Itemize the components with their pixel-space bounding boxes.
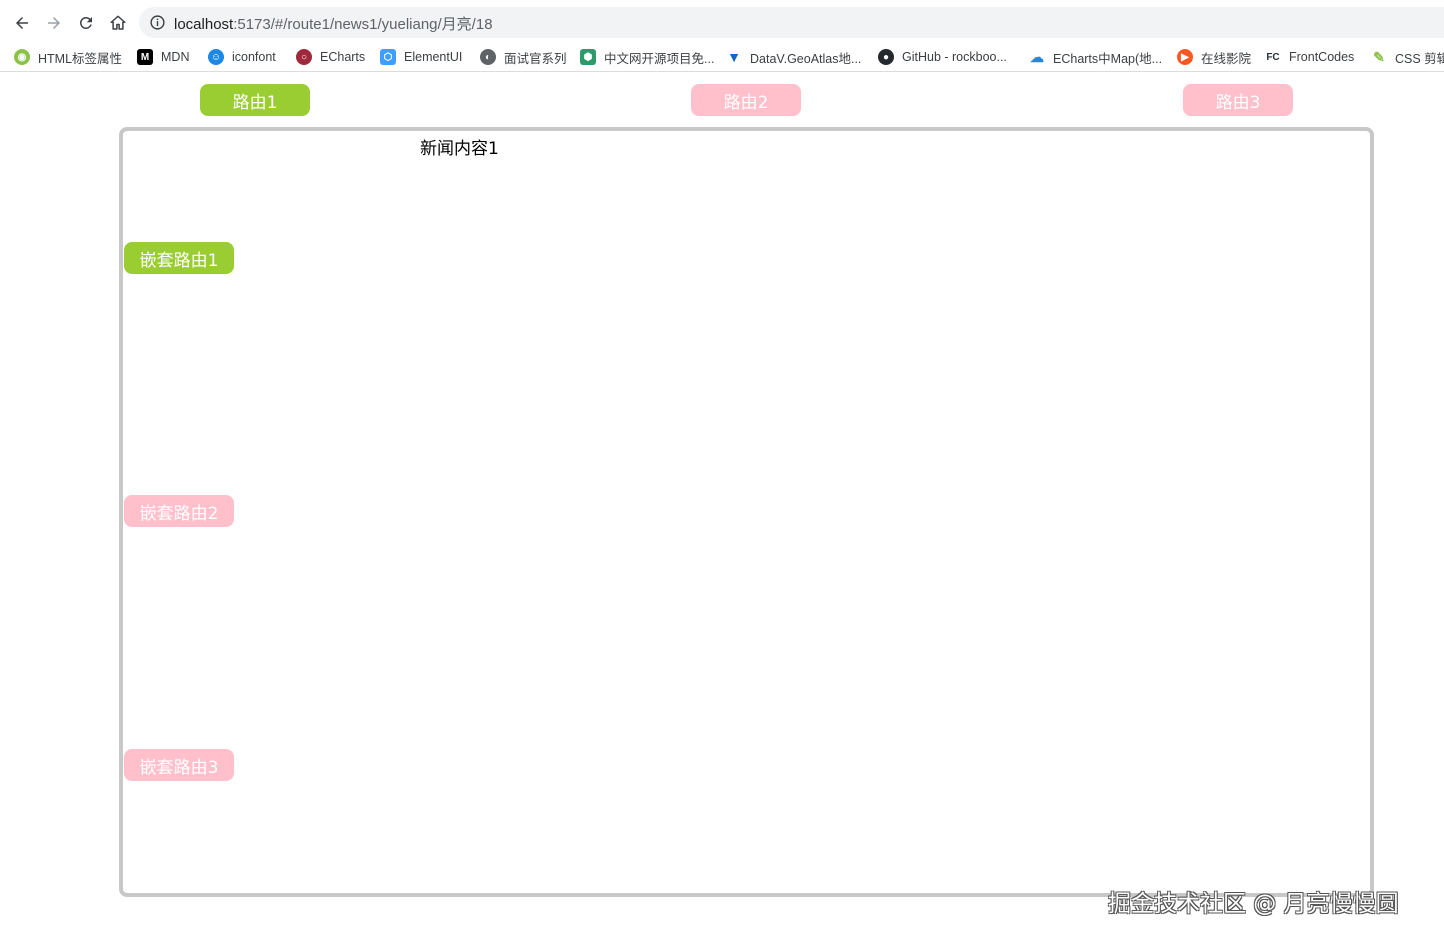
- bookmark-label: DataV.GeoAtlas地...: [750, 51, 862, 66]
- nested-route-button-2[interactable]: 嵌套路由2: [124, 495, 234, 527]
- back-arrow-icon: [16, 17, 28, 29]
- browser-toolbar: localhost:5173/#/route1/news1/yueliang/月…: [0, 0, 1444, 42]
- bookmark-label: 在线影院: [1201, 51, 1252, 66]
- bookmark-label: ElementUI: [404, 50, 463, 64]
- shield-icon: ⬢: [580, 49, 596, 65]
- url-host: localhost: [174, 16, 234, 33]
- globe-icon: ◐: [480, 49, 496, 65]
- play-icon: ▶: [1177, 49, 1193, 65]
- bookmark-html[interactable]: ◉ HTML标签属性: [14, 46, 122, 68]
- url-text[interactable]: localhost:5173/#/route1/news1/yueliang/月…: [174, 13, 493, 34]
- watermark: 掘金技术社区 @ 月亮慢慢圆: [1108, 891, 1399, 917]
- github-icon: ●: [878, 49, 894, 65]
- bookmark-label: ECharts: [320, 50, 366, 64]
- router-view-container: [119, 127, 1374, 897]
- cloud-icon: ☁: [1030, 48, 1044, 65]
- bookmark-github[interactable]: ● GitHub - rockboo...: [878, 46, 1007, 68]
- route-button-3[interactable]: 路由3: [1183, 84, 1293, 116]
- back-button[interactable]: [8, 9, 36, 37]
- bookmark-elementui[interactable]: ⬡ ElementUI: [380, 46, 462, 68]
- bookmark-label: 中文网开源项目免...: [604, 51, 715, 66]
- bookmarks-bar: ◉ HTML标签属性 M MDN ☺ iconfont ○ ECharts ⬡ Eleme…: [0, 42, 1444, 72]
- reload-button[interactable]: [72, 9, 100, 37]
- html-icon: ◉: [14, 49, 30, 65]
- bookmark-opensource[interactable]: ⬢ 中文网开源项目免...: [580, 46, 714, 68]
- bookmark-label: ECharts中Map(地...: [1053, 51, 1163, 66]
- fc-icon: FC: [1266, 51, 1280, 63]
- bookmark-cinema[interactable]: ▶ 在线影院: [1177, 46, 1251, 68]
- css-icon: ✎: [1373, 48, 1385, 65]
- bookmark-mdn[interactable]: M MDN: [137, 46, 189, 68]
- bookmark-label: CSS 剪辑: [1395, 51, 1444, 66]
- echarts-icon: ○: [296, 49, 312, 65]
- bookmark-label: FrontCodes: [1289, 50, 1355, 64]
- url-path: :5173/#/route1/news1/yueliang/月亮/18: [233, 16, 493, 33]
- bookmark-echarts[interactable]: ○ ECharts: [296, 46, 365, 68]
- bookmark-echarts-map[interactable]: ☁ ECharts中Map(地...: [1029, 46, 1162, 68]
- mdn-icon: M: [137, 49, 153, 65]
- bookmark-label: 面试官系列: [504, 51, 567, 66]
- news-content-title: 新闻内容1: [420, 139, 499, 159]
- bookmark-label: HTML标签属性: [38, 51, 123, 66]
- forward-arrow-icon: [48, 17, 60, 29]
- forward-button[interactable]: [40, 9, 68, 37]
- reload-icon: [80, 17, 92, 29]
- bookmark-interview[interactable]: ◐ 面试官系列: [480, 46, 567, 68]
- bookmark-css[interactable]: ✎ CSS 剪辑: [1371, 46, 1444, 68]
- info-icon[interactable]: [149, 14, 166, 31]
- home-button[interactable]: [104, 9, 132, 37]
- iconfont-icon: ☺: [208, 49, 224, 65]
- route-button-2[interactable]: 路由2: [691, 84, 801, 116]
- bookmark-datav[interactable]: ▼ DataV.GeoAtlas地...: [726, 46, 861, 68]
- bookmark-label: iconfont: [232, 50, 276, 64]
- elementui-icon: ⬡: [380, 49, 396, 65]
- bookmark-label: GitHub - rockboo...: [902, 50, 1007, 64]
- bookmark-frontcodes[interactable]: FC FrontCodes: [1265, 46, 1354, 68]
- datav-icon: ▼: [727, 49, 741, 65]
- home-icon: [110, 15, 126, 30]
- bookmark-label: MDN: [161, 50, 190, 64]
- bookmark-iconfont[interactable]: ☺ iconfont: [208, 46, 276, 68]
- nested-route-button-1[interactable]: 嵌套路由1: [124, 242, 234, 274]
- address-bar[interactable]: localhost:5173/#/route1/news1/yueliang/月…: [139, 7, 1444, 38]
- nested-route-button-3[interactable]: 嵌套路由3: [124, 749, 234, 781]
- route-button-1[interactable]: 路由1: [200, 84, 310, 116]
